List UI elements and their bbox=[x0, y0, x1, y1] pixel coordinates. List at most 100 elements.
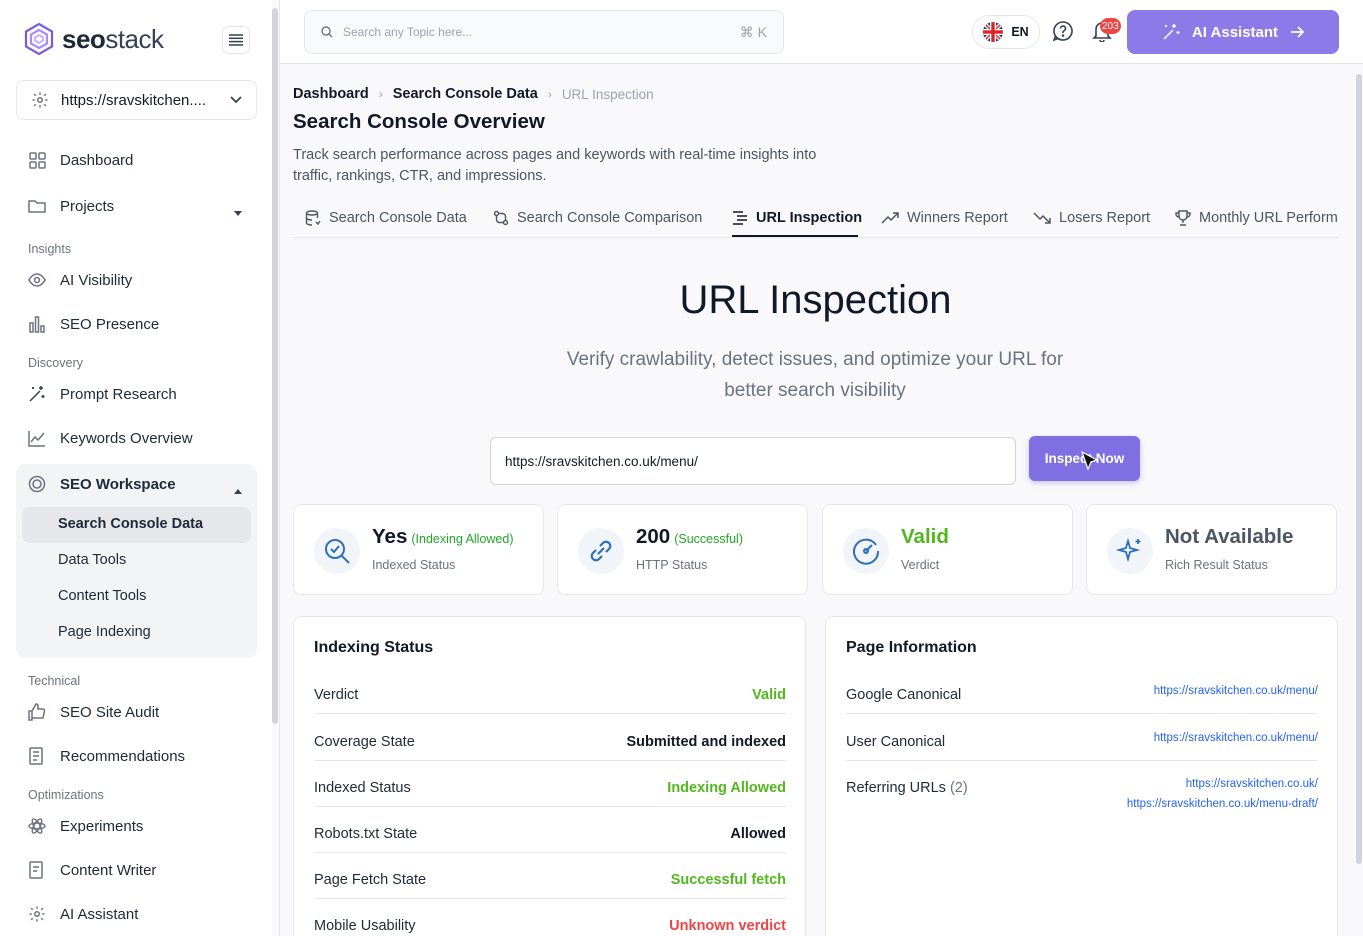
hero-subtitle: Verify crawlability, detect issues, and … bbox=[566, 349, 1064, 401]
sub-page-indexing[interactable]: Page Indexing bbox=[58, 624, 151, 640]
nav-label: SEO Presence bbox=[60, 315, 160, 333]
referring-url-link[interactable]: https://sravskitchen.co.uk/ bbox=[1186, 778, 1318, 790]
sparkle-wand-icon bbox=[28, 385, 46, 403]
main-scrollbar[interactable] bbox=[1356, 74, 1362, 864]
nav-label: Experiments bbox=[60, 817, 144, 835]
trending-up-icon bbox=[881, 212, 899, 224]
row-key: User Canonical bbox=[846, 734, 946, 750]
stat-label: Indexed Status bbox=[372, 558, 456, 572]
topbar: Search any Topic here... ⌘ K EN 203 AI A… bbox=[280, 0, 1363, 64]
grid-icon bbox=[28, 151, 46, 169]
global-search[interactable]: Search any Topic here... ⌘ K bbox=[304, 10, 784, 54]
help-button[interactable] bbox=[1052, 20, 1074, 47]
logo-text: seostack bbox=[62, 23, 164, 54]
tab-label: Monthly URL Perform bbox=[1199, 210, 1338, 226]
nav-label: Recommendations bbox=[60, 747, 186, 765]
sub-data-tools[interactable]: Data Tools bbox=[58, 552, 126, 568]
tab-losers-report[interactable]: Losers Report bbox=[1033, 210, 1150, 226]
sparkles-icon bbox=[1107, 528, 1153, 574]
table-row: Robots.txt State Allowed bbox=[314, 826, 786, 853]
section-optimizations: Optimizations bbox=[28, 788, 104, 802]
nav-label: Content Writer bbox=[60, 861, 157, 879]
chevron-right-icon: › bbox=[378, 87, 383, 101]
nav-keywords-overview[interactable]: Keywords Overview bbox=[28, 426, 193, 450]
tab-url-inspection[interactable]: URL Inspection bbox=[732, 210, 862, 226]
nav-label: AI Assistant bbox=[60, 905, 139, 923]
language-selector[interactable]: EN bbox=[972, 15, 1040, 49]
active-tab-indicator bbox=[732, 235, 858, 237]
sidebar-divider bbox=[279, 0, 280, 936]
nav-content-writer[interactable]: Content Writer bbox=[28, 858, 156, 882]
nav-prompt-research[interactable]: Prompt Research bbox=[28, 382, 177, 406]
nav-recommendations[interactable]: Recommendations bbox=[28, 744, 185, 768]
trending-down-icon bbox=[1033, 212, 1051, 224]
stat-indexed-status: Yes (Indexing Allowed) Indexed Status bbox=[293, 504, 544, 595]
nav-ai-assistant[interactable]: AI Assistant bbox=[28, 902, 138, 926]
trend-chart-icon bbox=[28, 429, 46, 447]
site-selector[interactable]: https://sravskitchen.... bbox=[16, 80, 257, 120]
page-title: Search Console Overview bbox=[293, 110, 545, 133]
page-description: Track search performance across pages an… bbox=[293, 147, 817, 184]
tab-monthly-url-performance[interactable]: Monthly URL Perform bbox=[1175, 210, 1338, 226]
breadcrumb: Dashboard › Search Console Data › URL In… bbox=[293, 86, 654, 102]
page-information-panel: Page Information Google Canonical https:… bbox=[825, 616, 1338, 936]
row-key: Google Canonical bbox=[846, 687, 962, 703]
nav-projects[interactable]: Projects bbox=[28, 194, 242, 218]
table-row: Indexed Status Indexing Allowed bbox=[314, 780, 786, 807]
stat-value: Valid bbox=[901, 525, 949, 548]
sub-content-tools[interactable]: Content Tools bbox=[58, 588, 146, 604]
sub-search-console-data[interactable]: Search Console Data bbox=[58, 516, 203, 532]
row-key: Robots.txt State bbox=[314, 826, 418, 842]
referring-url-link[interactable]: https://sravskitchen.co.uk/menu-draft/ bbox=[1127, 798, 1318, 810]
document-list-icon bbox=[28, 747, 46, 765]
nav-seo-presence[interactable]: SEO Presence bbox=[28, 312, 159, 336]
tab-label: URL Inspection bbox=[756, 210, 863, 226]
sidebar: seostack https://sravskitchen.... Dashbo… bbox=[0, 0, 272, 936]
tab-search-console-data[interactable]: Search Console Data bbox=[305, 210, 467, 226]
sidebar-toggle-button[interactable] bbox=[222, 26, 250, 54]
atom-icon bbox=[28, 817, 46, 835]
nav-seo-workspace[interactable]: SEO Workspace bbox=[28, 472, 242, 496]
chevron-down-icon bbox=[230, 96, 242, 104]
row-value: Indexing Allowed bbox=[667, 780, 786, 796]
nav-dashboard[interactable]: Dashboard bbox=[28, 148, 133, 172]
section-insights: Insights bbox=[28, 242, 72, 256]
nav-experiments[interactable]: Experiments bbox=[28, 814, 143, 838]
table-row: User Canonical https://sravskitchen.co.u… bbox=[846, 732, 1318, 761]
arrow-right-icon bbox=[1291, 26, 1305, 38]
logo[interactable]: seostack bbox=[24, 22, 164, 56]
search-input[interactable]: Search any Topic here... bbox=[343, 25, 730, 39]
tab-winners-report[interactable]: Winners Report bbox=[881, 210, 1008, 226]
stat-note: (Successful) bbox=[674, 532, 743, 546]
row-key: Coverage State bbox=[314, 734, 415, 750]
stat-value: 200 bbox=[636, 525, 671, 548]
ai-assistant-button[interactable]: AI Assistant bbox=[1127, 10, 1339, 54]
stat-label: Rich Result Status bbox=[1165, 558, 1268, 572]
breadcrumb-dashboard[interactable]: Dashboard bbox=[293, 86, 369, 102]
row-value: Submitted and indexed bbox=[626, 734, 786, 750]
search-check-icon bbox=[314, 528, 360, 574]
caret-up-icon bbox=[234, 481, 242, 498]
row-key: Indexed Status bbox=[314, 780, 411, 796]
compare-icon bbox=[493, 210, 509, 226]
chevron-right-icon: › bbox=[547, 87, 552, 101]
gauge-icon bbox=[843, 528, 889, 574]
row-key: Referring URLs (2) bbox=[846, 780, 968, 796]
nav-seo-site-audit[interactable]: SEO Site Audit bbox=[28, 700, 159, 724]
table-row: Google Canonical https://sravskitchen.co… bbox=[846, 685, 1318, 714]
gear-icon bbox=[32, 92, 48, 108]
breadcrumb-search-console-data[interactable]: Search Console Data bbox=[393, 86, 538, 102]
nav-ai-visibility[interactable]: AI Visibility bbox=[28, 268, 132, 292]
stat-note: (Indexing Allowed) bbox=[411, 532, 514, 546]
row-key: Verdict bbox=[314, 687, 359, 703]
google-canonical-link[interactable]: https://sravskitchen.co.uk/menu/ bbox=[1154, 685, 1318, 697]
tab-search-console-comparison[interactable]: Search Console Comparison bbox=[493, 210, 702, 226]
indexing-status-panel: Indexing Status Verdict Valid Coverage St… bbox=[293, 616, 806, 936]
stat-value: Not Available bbox=[1165, 525, 1294, 548]
nav-label: Projects bbox=[60, 197, 115, 215]
tab-label: Search Console Comparison bbox=[517, 210, 703, 226]
ai-assistant-label: AI Assistant bbox=[1191, 23, 1279, 41]
url-input[interactable] bbox=[490, 437, 1016, 485]
sidebar-scrollbar[interactable] bbox=[272, 8, 278, 724]
user-canonical-link[interactable]: https://sravskitchen.co.uk/menu/ bbox=[1154, 732, 1318, 744]
